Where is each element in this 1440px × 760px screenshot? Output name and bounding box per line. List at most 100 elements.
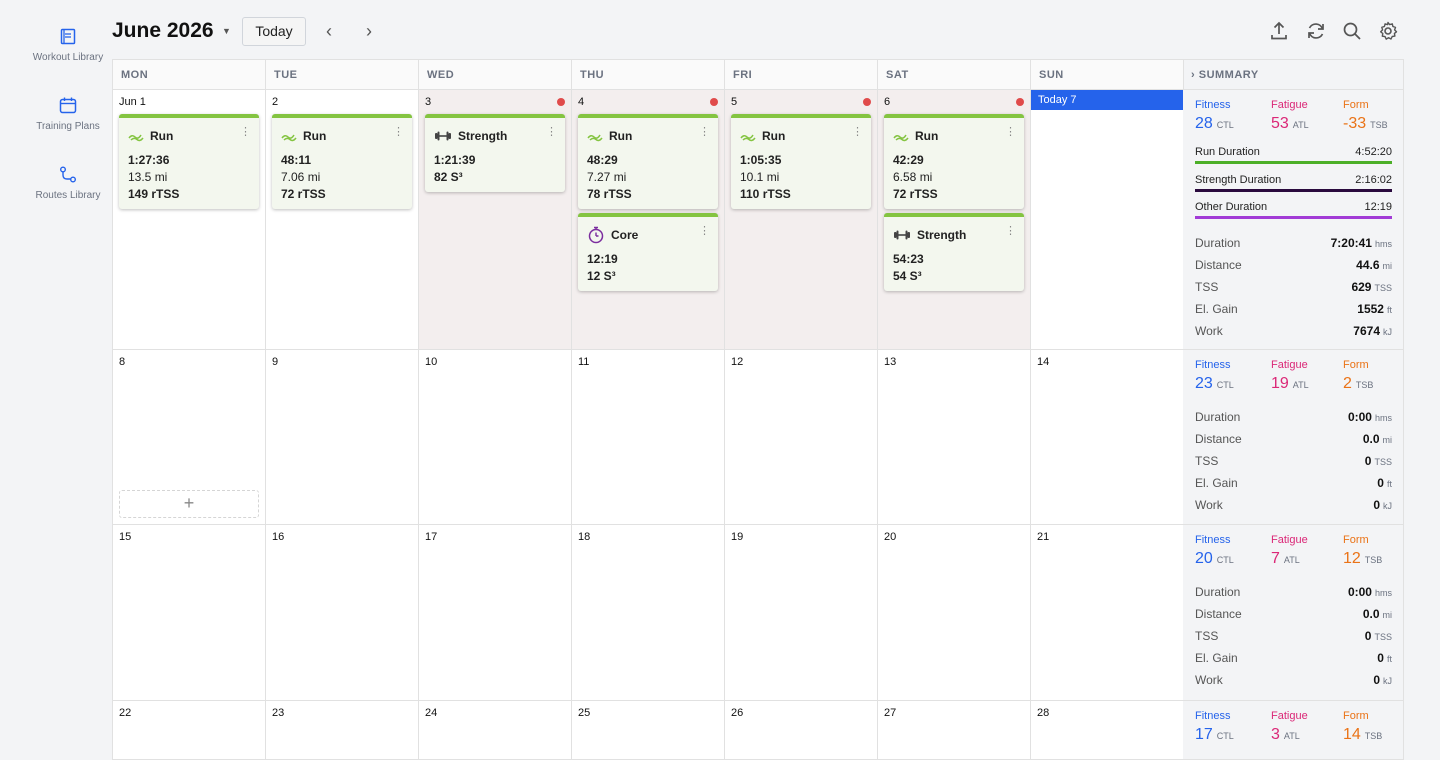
fatigue-label: Fatigue: [1271, 99, 1308, 111]
search-icon[interactable]: [1341, 20, 1363, 42]
day-cell[interactable]: 17: [419, 525, 572, 701]
prev-month-button[interactable]: ‹: [326, 20, 332, 42]
day-cell[interactable]: 15: [113, 525, 266, 701]
workout-card[interactable]: Run ⋮ 1:05:35 10.1 mi 110 rTSS: [731, 114, 871, 209]
day-number: 20: [884, 531, 897, 543]
day-number: 26: [731, 707, 744, 719]
workout-card-header: Run: [893, 126, 1016, 146]
rail-routes-library[interactable]: Routes Library: [24, 166, 112, 202]
day-cell[interactable]: 18: [572, 525, 725, 701]
rail-label: Workout Library: [32, 52, 104, 63]
upload-icon[interactable]: [1268, 20, 1290, 42]
stat-label: El. Gain: [1195, 302, 1238, 316]
day-cell[interactable]: 11: [572, 350, 725, 525]
stat-unit: ft: [1386, 305, 1392, 315]
stat-value-row: 0 kJ: [1373, 673, 1392, 687]
workout-card[interactable]: Run ⋮ 48:11 7.06 mi 72 rTSS: [272, 114, 412, 209]
form-unit: TSB: [1370, 120, 1388, 130]
today-button[interactable]: Today: [242, 17, 306, 46]
summary-stat: Distance 0.0 mi: [1195, 432, 1392, 450]
stat-label: El. Gain: [1195, 476, 1238, 490]
more-options-icon[interactable]: ⋮: [699, 226, 710, 237]
stat-unit: kJ: [1383, 676, 1392, 686]
run-icon: [893, 130, 915, 142]
day-cell[interactable]: 21: [1031, 525, 1184, 701]
more-options-icon[interactable]: ⋮: [546, 127, 557, 138]
stat-unit: hms: [1374, 239, 1392, 249]
rail-workout-library[interactable]: Workout Library: [24, 28, 112, 64]
form-metric: Form 2 TSB: [1343, 359, 1373, 393]
day-cell[interactable]: 16: [266, 525, 419, 701]
fatigue-value-row: 7 ATL: [1271, 550, 1308, 568]
more-options-icon[interactable]: ⋮: [240, 127, 251, 138]
day-cell[interactable]: 24: [419, 701, 572, 759]
day-cell[interactable]: 14: [1031, 350, 1184, 525]
day-cell[interactable]: 25: [572, 701, 725, 759]
stat-label: Duration: [1195, 410, 1241, 424]
more-options-icon[interactable]: ⋮: [852, 127, 863, 138]
week-summary: Fitness 23 CTL Fatigue 19 ATL Form 2 TSB Duration…: [1183, 350, 1403, 525]
workout-metric: 78 rTSS: [587, 187, 632, 201]
next-month-button[interactable]: ›: [366, 20, 372, 42]
month-dropdown-icon[interactable]: ▼: [222, 26, 231, 36]
day-cell[interactable]: 27: [878, 701, 1031, 759]
workout-metric: 1:27:36: [128, 153, 170, 167]
day-cell[interactable]: 19: [725, 525, 878, 701]
more-options-icon[interactable]: ⋮: [393, 127, 404, 138]
day-cell[interactable]: 22: [113, 701, 266, 759]
day-cell[interactable]: Today 7: [1031, 90, 1184, 350]
weekday-header: MON: [113, 60, 266, 90]
settings-gear-icon[interactable]: [1377, 20, 1399, 42]
day-cell[interactable]: 4 Run ⋮ 48:29 7.27 mi 78 rTSS Core ⋮ 12:19 12 S³: [572, 90, 725, 350]
day-cell[interactable]: Jun 1 Run ⋮ 1:27:36 13.5 mi 149 rTSS: [113, 90, 266, 350]
workout-card[interactable]: Run ⋮ 42:29 6.58 mi 72 rTSS: [884, 114, 1024, 209]
stat-label: Work: [1195, 673, 1223, 687]
sport-duration-value: 2:16:02: [1355, 173, 1392, 186]
sport-duration-bar: [1195, 216, 1392, 219]
summary-caret: ›: [1191, 69, 1196, 81]
stat-value: 1552: [1357, 302, 1384, 316]
summary-stat: El. Gain 0 ft: [1195, 651, 1392, 669]
rail-training-plans[interactable]: Training Plans: [24, 97, 112, 133]
fitness-label: Fitness: [1195, 534, 1231, 546]
day-cell[interactable]: 8 +: [113, 350, 266, 525]
workout-card[interactable]: Run ⋮ 48:29 7.27 mi 78 rTSS: [578, 114, 718, 209]
day-cell[interactable]: 5 Run ⋮ 1:05:35 10.1 mi 110 rTSS: [725, 90, 878, 350]
fitness-metric: Fitness 17 CTL: [1195, 710, 1234, 744]
day-cell[interactable]: 2 Run ⋮ 48:11 7.06 mi 72 rTSS: [266, 90, 419, 350]
more-options-icon[interactable]: ⋮: [699, 127, 710, 138]
add-workout-button[interactable]: +: [119, 490, 259, 518]
day-cell[interactable]: 3 Strength ⋮ 1:21:39 82 S³: [419, 90, 572, 350]
workout-card[interactable]: Strength ⋮ 54:23 54 S³: [884, 213, 1024, 291]
weekday-header: TUE: [266, 60, 419, 90]
stat-value-row: 0 TSS: [1365, 454, 1392, 468]
fatigue-value: 7: [1271, 550, 1280, 567]
day-cell[interactable]: 10: [419, 350, 572, 525]
day-cell[interactable]: 13: [878, 350, 1031, 525]
stat-label: Work: [1195, 324, 1223, 338]
day-cell[interactable]: 26: [725, 701, 878, 759]
more-options-icon[interactable]: ⋮: [1005, 226, 1016, 237]
more-options-icon[interactable]: ⋮: [1005, 127, 1016, 138]
sport-duration-bar: [1195, 188, 1392, 192]
month-title[interactable]: June 2026: [112, 19, 214, 43]
day-cell[interactable]: 9: [266, 350, 419, 525]
workout-card[interactable]: Run ⋮ 1:27:36 13.5 mi 149 rTSS: [119, 114, 259, 209]
day-number: 23: [272, 707, 285, 719]
summary-stat: Work 7674 kJ: [1195, 324, 1392, 342]
workout-card[interactable]: Core ⋮ 12:19 12 S³: [578, 213, 718, 291]
stat-unit: TSS: [1374, 457, 1392, 467]
day-cell[interactable]: 12: [725, 350, 878, 525]
workout-card[interactable]: Strength ⋮ 1:21:39 82 S³: [425, 114, 565, 192]
day-cell[interactable]: 23: [266, 701, 419, 759]
day-number: 16: [272, 531, 285, 543]
day-cell[interactable]: 6 Run ⋮ 42:29 6.58 mi 72 rTSS Strength ⋮ 54:23 54…: [878, 90, 1031, 350]
book-icon: [60, 28, 76, 45]
day-cell[interactable]: 28: [1031, 701, 1184, 759]
refresh-icon[interactable]: [1305, 20, 1327, 42]
fatigue-label: Fatigue: [1271, 359, 1308, 371]
summary-header[interactable]: › SUMMARY: [1183, 60, 1403, 90]
sport-duration-bar: [1195, 161, 1392, 164]
day-cell[interactable]: 20: [878, 525, 1031, 701]
summary-stat: Distance 44.6 mi: [1195, 258, 1392, 276]
